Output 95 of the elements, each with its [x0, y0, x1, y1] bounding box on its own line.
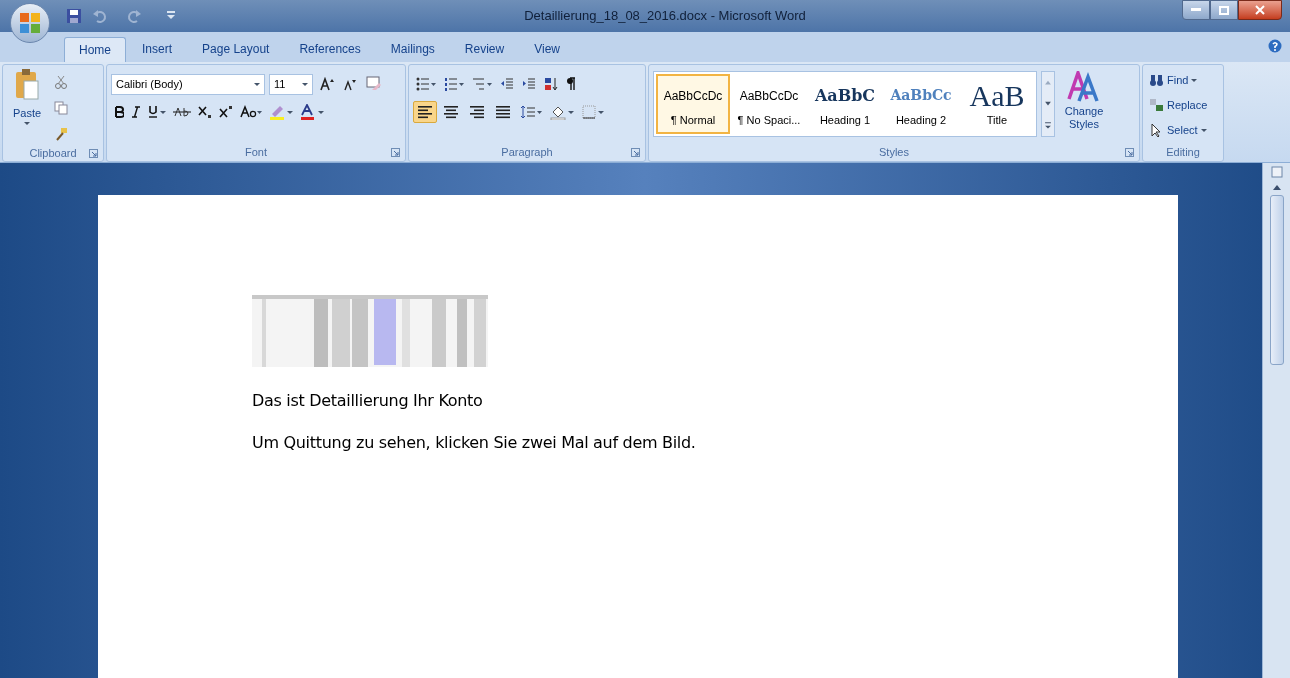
- dropdown-caret-icon: [1200, 128, 1207, 132]
- dialog-launcher-icon[interactable]: [1125, 148, 1134, 157]
- format-painter-icon: [54, 127, 68, 141]
- style-gallery-item[interactable]: AaBbC Heading 1: [808, 74, 882, 134]
- minimize-icon: [1191, 8, 1201, 12]
- align-left-button[interactable]: [413, 101, 437, 123]
- ribbon-tab[interactable]: Review: [450, 36, 519, 61]
- dropdown-caret-icon: [24, 121, 30, 125]
- ribbon-tab[interactable]: View: [520, 36, 574, 61]
- superscript-icon: [219, 105, 233, 119]
- change-styles-button[interactable]: Change Styles: [1059, 71, 1109, 131]
- bold-icon: [114, 106, 124, 118]
- style-gallery-item[interactable]: AaB Title: [960, 74, 1034, 134]
- style-preview: AaBbCcDc: [663, 87, 723, 105]
- group-label: Clipboard: [29, 146, 77, 161]
- dialog-launcher-icon[interactable]: [391, 148, 400, 157]
- shrink-font-icon: [344, 77, 356, 91]
- style-preview: AaBbCcDc: [739, 87, 799, 105]
- style-gallery-item[interactable]: AaBbCcDc ¶ No Spaci...: [732, 74, 806, 134]
- font-color-icon: [300, 104, 324, 120]
- style-gallery-item[interactable]: AaBbCcDc ¶ Normal: [656, 74, 730, 134]
- clipboard-icon: [14, 69, 40, 101]
- grow-font-icon: [320, 77, 334, 91]
- multilevel-list-icon: [472, 77, 492, 91]
- dropdown-caret-icon: [302, 82, 308, 86]
- style-name: ¶ Normal: [670, 112, 716, 128]
- cut-icon: [54, 75, 68, 89]
- align-center-icon: [444, 105, 458, 119]
- style-name: Title: [986, 112, 1008, 128]
- copy-icon: [54, 101, 68, 115]
- dialog-launcher-icon[interactable]: [89, 149, 98, 158]
- style-preview: AaB: [969, 80, 1025, 111]
- borders-icon: [582, 105, 604, 119]
- editing-menu-button[interactable]: Find: [1149, 69, 1217, 91]
- line-spacing-icon: [520, 105, 542, 119]
- group-label: Paragraph: [501, 145, 553, 161]
- body-text: Um Quittung zu sehen, klicken Sie zwei Mal auf dem Bild.: [252, 432, 697, 454]
- scroll-up-icon[interactable]: [1271, 183, 1282, 191]
- sort-icon: [544, 77, 558, 91]
- align-left-icon: [418, 105, 432, 119]
- maximize-button[interactable]: [1210, 0, 1238, 20]
- numbering-icon: [444, 77, 464, 91]
- style-gallery-item[interactable]: AaBbCc Heading 2: [884, 74, 958, 134]
- editing-menu-button[interactable]: Replace: [1149, 94, 1217, 116]
- align-justify-icon: [496, 105, 510, 119]
- ribbon-tab[interactable]: Insert: [128, 36, 187, 61]
- strikethrough-icon: [173, 106, 191, 118]
- italic-icon: [131, 106, 141, 118]
- ribbon-tab[interactable]: Home: [64, 37, 126, 62]
- subscript-icon: [198, 105, 212, 119]
- shading-icon: [550, 104, 574, 120]
- font-name-field[interactable]: Calibri (Body): [111, 73, 265, 95]
- minimize-button[interactable]: [1182, 0, 1210, 20]
- style-name: Heading 1: [819, 112, 871, 128]
- close-button[interactable]: [1238, 0, 1282, 20]
- ribbon-tab[interactable]: Page Layout: [188, 36, 284, 61]
- paste-button[interactable]: Paste: [7, 69, 47, 145]
- ribbon-tab[interactable]: References: [285, 36, 375, 61]
- dropdown-caret-icon: [254, 82, 260, 86]
- dropdown-caret-icon: [1191, 78, 1198, 82]
- align-right-icon: [470, 105, 484, 119]
- office-button[interactable]: [10, 3, 50, 43]
- customize-toolbar-icon[interactable]: [166, 10, 176, 20]
- save-icon[interactable]: [66, 8, 82, 24]
- group-label: Styles: [879, 145, 909, 161]
- editing-menu-button[interactable]: Select: [1149, 119, 1217, 141]
- decrease-indent-icon: [500, 77, 514, 91]
- font-size-field[interactable]: 11: [269, 73, 313, 95]
- highlight-icon: [269, 104, 293, 120]
- scroll-thumb[interactable]: [1269, 195, 1284, 365]
- replace-icon: [1149, 97, 1164, 113]
- close-icon: [1255, 5, 1265, 15]
- style-name: ¶ No Spaci...: [737, 112, 801, 128]
- ruler-toggle-icon[interactable]: [1269, 165, 1284, 179]
- help-icon[interactable]: [1268, 39, 1282, 53]
- style-preview: AaBbC: [814, 84, 876, 107]
- show-formatting-icon: [566, 77, 576, 91]
- bullets-icon: [416, 77, 436, 91]
- window-title: Detaillierung_18_08_2016.docx - Microsoft Word: [524, 7, 806, 26]
- style-preview: AaBbCc: [890, 86, 952, 106]
- increase-indent-icon: [522, 77, 536, 91]
- style-name: Heading 2: [895, 112, 947, 128]
- change-case-icon: [240, 105, 262, 119]
- group-label: Font: [245, 145, 267, 161]
- underline-icon: [148, 105, 166, 119]
- ribbon-tab[interactable]: Mailings: [376, 36, 449, 61]
- styles-letters-icon: [1067, 71, 1101, 103]
- scrollbar[interactable]: [1262, 163, 1290, 678]
- binoculars-icon: [1149, 72, 1164, 88]
- office-logo-icon: [19, 12, 41, 34]
- maximize-icon: [1219, 5, 1229, 15]
- clear-formatting-icon: [366, 76, 382, 92]
- group-label: Editing: [1166, 145, 1200, 161]
- dialog-launcher-icon[interactable]: [631, 148, 640, 157]
- body-text: Das ist Detaillierung Ihr Konto: [252, 390, 484, 412]
